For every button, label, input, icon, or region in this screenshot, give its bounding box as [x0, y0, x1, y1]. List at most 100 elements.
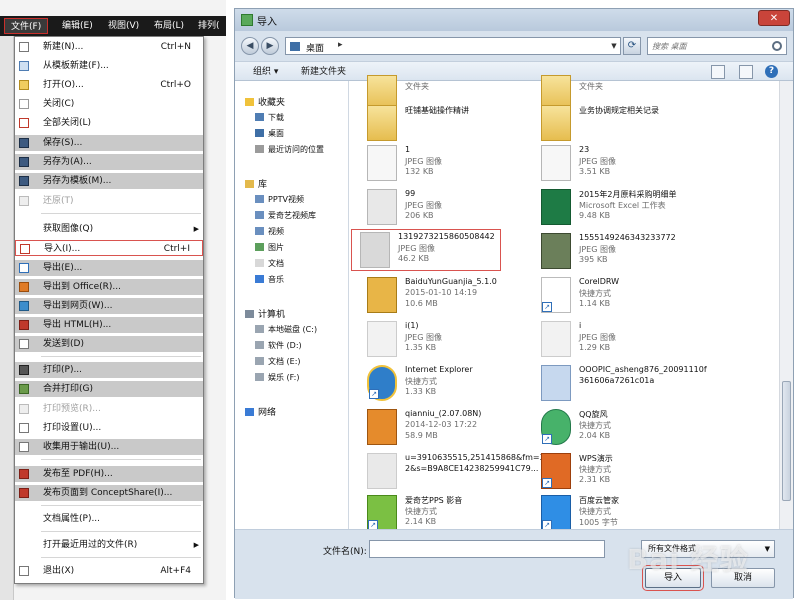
nav-item-recent-places[interactable]: 最近访问的位置	[255, 143, 324, 156]
nav-group-computer[interactable]: 计算机	[245, 307, 285, 320]
nav-item-videos[interactable]: 视频	[255, 225, 284, 238]
file-tile[interactable]: 23 JPEG 图像 3.51 KB	[533, 143, 705, 187]
file-tile[interactable]: qianniu_(2.07.08N) 2014-12-03 17:22 58.9 M…	[359, 407, 531, 451]
nav-group-libraries[interactable]: 库	[245, 177, 267, 190]
iqiyi-icon: ↗	[367, 495, 397, 531]
file-tile[interactable]: 业务协调规定相关记录	[533, 103, 705, 147]
import-button[interactable]: 导入	[642, 565, 704, 591]
file-size: 9.48 KB	[579, 211, 611, 220]
view-options-icon[interactable]	[711, 65, 725, 79]
nav-item-label: 最近访问的位置	[268, 145, 324, 154]
nav-item-iqiyi[interactable]: 爱奇艺视频库	[255, 209, 316, 222]
cancel-button[interactable]: 取消	[711, 568, 775, 588]
file-kind: 文件夹	[579, 82, 603, 91]
address-field[interactable]: 桌面 ▸	[285, 37, 621, 55]
refresh-button[interactable]: ⟳	[623, 37, 641, 55]
file-tile[interactable]: BaiduYunGuanjia_5.1.0 2015-01-10 14:19 10.…	[359, 275, 531, 319]
menu-item-print[interactable]: 打印(P)...	[15, 362, 203, 378]
file-tile-selected[interactable]: 1319273215860508442 JPEG 图像 46.2 KB	[351, 229, 501, 271]
scrollbar-thumb[interactable]	[782, 381, 791, 501]
menu-item-export-html[interactable]: 导出 HTML(H)...	[15, 317, 203, 333]
forward-icon[interactable]: ▶	[261, 37, 279, 55]
menu-item-document-properties[interactable]: 文档属性(P)...	[15, 511, 203, 527]
file-type-select[interactable]: 所有文件格式 ▼	[641, 540, 775, 558]
nav-item-drive-f[interactable]: 娱乐 (F:)	[255, 371, 299, 384]
organize-button[interactable]: 组织 ▾	[247, 65, 284, 79]
file-tile[interactable]: u=3910635515,251415868&fm=3 2&s=B9A8CE142…	[359, 451, 545, 495]
file-tile[interactable]: 1555149246343233772 JPEG 图像 395 KB	[533, 231, 705, 275]
menu-item-label: 导出 HTML(H)...	[43, 320, 112, 330]
file-tile[interactable]: ↗ Internet Explorer 快捷方式 1.33 KB	[359, 363, 531, 407]
image-thumbnail-icon	[541, 145, 571, 181]
nav-item-documents[interactable]: 文档	[255, 257, 284, 270]
nav-group-network[interactable]: 网络	[245, 405, 276, 418]
file-tile[interactable]: ↗ WPS演示 快捷方式 2.31 KB	[533, 451, 705, 495]
export-icon	[19, 263, 29, 273]
menu-item-print-setup[interactable]: 打印设置(U)...	[15, 420, 203, 436]
file-tile[interactable]: i JPEG 图像 1.29 KB	[533, 319, 705, 363]
file-tile[interactable]: 2015年2月原料采购明细单 Microsoft Excel 工作表 9.48 KB	[533, 187, 705, 231]
nav-item-pictures[interactable]: 图片	[255, 241, 284, 254]
close-all-icon	[19, 118, 29, 128]
nav-item-downloads[interactable]: 下载	[255, 111, 284, 124]
dialog-titlebar[interactable]: 导入 ✕	[235, 9, 793, 31]
menu-edit[interactable]: 编辑(E)	[56, 18, 99, 34]
menu-item-print-merge[interactable]: 合并打印(G)	[15, 381, 203, 397]
file-list-scrollbar[interactable]	[779, 81, 793, 529]
menu-item-acquire-image[interactable]: 获取图像(Q) ▶	[15, 221, 203, 237]
menu-item-export-web[interactable]: 导出到网页(W)...	[15, 298, 203, 314]
preview-pane-icon[interactable]	[739, 65, 753, 79]
nav-item-music[interactable]: 音乐	[255, 273, 284, 286]
menu-item-save-as[interactable]: 另存为(A)...	[15, 154, 203, 170]
back-icon[interactable]: ◀	[241, 37, 259, 55]
breadcrumb-arrow-icon[interactable]: ▸	[338, 40, 343, 50]
menu-item-export-office[interactable]: 导出到 Office(R)...	[15, 279, 203, 295]
nav-item-drive-d[interactable]: 软件 (D:)	[255, 339, 302, 352]
search-icon[interactable]	[772, 41, 782, 51]
menu-item-exit[interactable]: 退出(X) Alt+F4	[15, 563, 203, 579]
file-tile[interactable]: ↗ QQ旋风 快捷方式 2.04 KB	[533, 407, 705, 451]
help-icon[interactable]: ?	[765, 65, 778, 78]
revert-icon	[19, 196, 29, 206]
address-dropdown-icon[interactable]: ▼	[607, 37, 621, 55]
file-name: 23	[579, 145, 590, 154]
nav-group-favorites[interactable]: 收藏夹	[245, 95, 285, 108]
new-folder-button[interactable]: 新建文件夹	[295, 65, 352, 79]
menu-item-send-to[interactable]: 发送到(D)	[15, 336, 203, 352]
close-button[interactable]: ✕	[758, 10, 790, 26]
menu-item-close[interactable]: 关闭(C)	[15, 96, 203, 112]
menu-item-open[interactable]: 打开(O)... Ctrl+O	[15, 77, 203, 93]
file-tile[interactable]: 旺铺基础操作精讲	[359, 103, 531, 147]
menu-item-publish-conceptshare[interactable]: 发布页面到 ConceptShare(I)...	[15, 485, 203, 501]
menu-item-export[interactable]: 导出(E)...	[15, 260, 203, 276]
menu-item-save-as-template[interactable]: 另存为模板(M)...	[15, 173, 203, 189]
menu-item-save[interactable]: 保存(S)...	[15, 135, 203, 151]
menu-item-recent-files[interactable]: 打开最近用过的文件(R) ▶	[15, 537, 203, 553]
nav-item-drive-e[interactable]: 文档 (E:)	[255, 355, 301, 368]
file-tile[interactable]: OOOPIC_asheng876_20091110f 361606a7261c01…	[533, 363, 707, 407]
file-tile[interactable]: ↗ CorelDRW 快捷方式 1.14 KB	[533, 275, 705, 319]
menu-item-shortcut: Ctrl+I	[163, 244, 190, 254]
filename-input[interactable]	[369, 540, 605, 558]
nav-item-drive-c[interactable]: 本地磁盘 (C:)	[255, 323, 317, 336]
menu-item-collect-for-output[interactable]: 收集用于输出(U)...	[15, 439, 203, 455]
menu-arrange[interactable]: 排列(	[192, 18, 226, 34]
menu-item-new[interactable]: 新建(N)... Ctrl+N	[15, 39, 203, 55]
nav-item-desktop[interactable]: 桌面	[255, 127, 284, 140]
file-tile[interactable]: 1 JPEG 图像 132 KB	[359, 143, 531, 187]
file-kind: JPEG 图像	[579, 245, 616, 254]
portrait-thumbnail-icon	[367, 453, 397, 489]
search-input[interactable]	[652, 40, 762, 52]
drive-icon	[255, 373, 264, 381]
file-name: BaiduYunGuanjia_5.1.0	[405, 277, 497, 286]
menu-file[interactable]: 文件(F)	[4, 18, 49, 34]
file-tile[interactable]: i(1) JPEG 图像 1.35 KB	[359, 319, 531, 363]
nav-item-pptv[interactable]: PPTV视频	[255, 193, 304, 206]
menu-layout[interactable]: 布局(L)	[148, 18, 190, 34]
menu-item-import[interactable]: 导入(I)... Ctrl+I	[15, 240, 203, 256]
menu-item-close-all[interactable]: 全部关闭(L)	[15, 115, 203, 131]
menu-item-publish-pdf[interactable]: 发布至 PDF(H)...	[15, 466, 203, 482]
file-tile[interactable]: 99 JPEG 图像 206 KB	[359, 187, 531, 231]
menu-item-new-from-template[interactable]: 从模板新建(F)...	[15, 58, 203, 74]
menu-view[interactable]: 视图(V)	[102, 18, 145, 34]
